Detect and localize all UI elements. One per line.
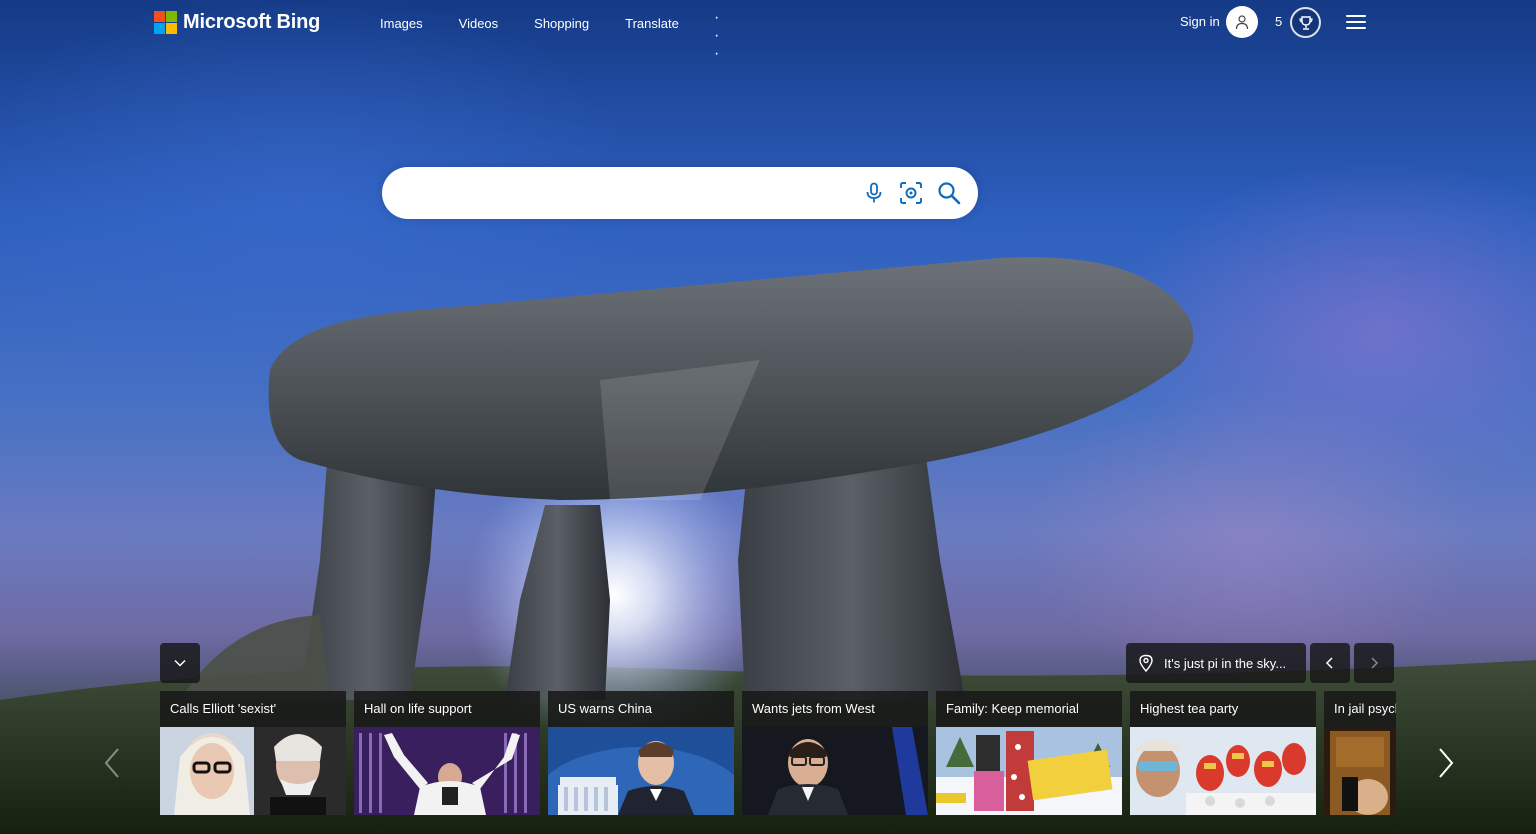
news-card[interactable]: Highest tea party [1130,691,1316,815]
search-input[interactable] [406,181,866,205]
location-pin-icon [1138,654,1154,672]
news-card[interactable]: In jail psychiatric [1324,691,1396,815]
collapse-feed-button[interactable] [160,643,200,683]
next-image-button[interactable] [1354,643,1394,683]
news-card[interactable]: US warns China [548,691,734,815]
news-title: Calls Elliott 'sexist' [170,701,277,716]
user-icon[interactable] [1226,6,1258,38]
nav-shopping[interactable]: Shopping [534,16,589,31]
chevron-down-icon [174,659,186,667]
bing-logo[interactable]: Microsoft Bing [154,10,320,34]
news-thumbnail [1324,727,1396,815]
sign-in-link[interactable]: Sign in [1180,14,1220,29]
news-title: Wants jets from West [752,701,875,716]
news-card[interactable]: Family: Keep memorial [936,691,1122,815]
chevron-right-icon [1371,657,1379,669]
news-thumbnail [548,727,734,815]
news-title: In jail psychiatric [1334,701,1396,716]
news-thumbnail [160,727,346,815]
carousel-prev-button[interactable] [100,745,124,781]
rewards-points[interactable]: 5 [1275,14,1282,29]
previous-image-button[interactable] [1310,643,1350,683]
carousel-next-button[interactable] [1434,745,1458,781]
nav-images[interactable]: Images [380,16,423,31]
news-title: Highest tea party [1140,701,1239,716]
news-title: US warns China [558,701,652,716]
microphone-icon[interactable] [861,180,887,206]
search-box [382,167,978,219]
trophy-icon[interactable] [1290,7,1321,38]
nav-translate[interactable]: Translate [625,16,679,31]
news-thumbnail [742,727,928,815]
search-icon[interactable] [936,180,962,206]
visual-search-icon[interactable] [898,180,924,206]
top-header: Microsoft Bing Images Videos Shopping Tr… [0,0,1536,62]
news-title: Hall on life support [364,701,472,716]
news-title: Family: Keep memorial [946,701,1079,716]
news-card[interactable]: Hall on life support [354,691,540,815]
brand-name: Microsoft Bing [183,10,321,33]
news-thumbnail [936,727,1122,815]
image-info-button[interactable]: It's just pi in the sky... [1126,643,1306,683]
news-carousel: Calls Elliott 'sexist' Hall on life supp… [160,691,1396,815]
chevron-left-icon [1325,657,1333,669]
nav-videos[interactable]: Videos [459,16,499,31]
news-card[interactable]: Calls Elliott 'sexist' [160,691,346,815]
top-nav: Images Videos Shopping Translate · · · [380,9,719,62]
more-menu-button[interactable]: · · · [714,9,720,63]
menu-icon[interactable] [1346,15,1366,29]
news-thumbnail [1130,727,1316,815]
microsoft-logo-icon [154,10,177,34]
news-card[interactable]: Wants jets from West [742,691,928,815]
news-thumbnail [354,727,540,815]
image-caption: It's just pi in the sky... [1164,655,1287,671]
